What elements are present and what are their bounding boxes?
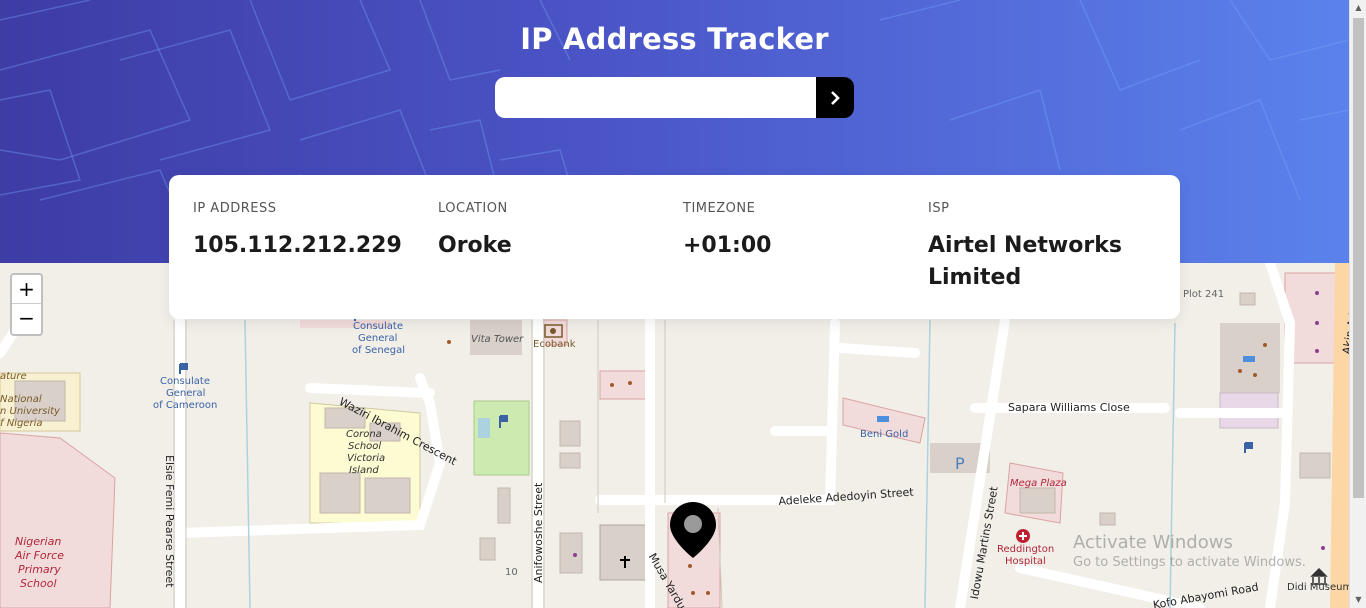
scroll-down-icon[interactable]: ▼	[1353, 594, 1364, 606]
map-label-consulate-cameroon-3: of Cameroon	[153, 400, 218, 411]
zoom-out-button[interactable]: −	[12, 304, 41, 333]
map-label-university-3: n University	[0, 406, 60, 417]
page-title: IP Address Tracker	[520, 22, 829, 56]
watermark-subtitle: Go to Settings to activate Windows.	[1073, 555, 1306, 570]
info-label: ISP	[928, 201, 950, 216]
windows-activation-watermark: Activate Windows Go to Settings to activ…	[1073, 532, 1306, 570]
map-label-university-2: National	[0, 394, 42, 405]
info-timezone: TIMEZONE +01:00	[683, 201, 913, 262]
map-label-naf-school-1: Nigerian	[15, 535, 62, 548]
map-label-plot: Plot 241	[1183, 289, 1225, 300]
map-label-didi-museum: Didi Museum	[1287, 582, 1349, 593]
map-label-corona-school-4: Island	[349, 465, 379, 476]
info-value: Airtel Networks Limited	[928, 233, 1122, 290]
info-label: TIMEZONE	[683, 201, 756, 216]
info-value: +01:00	[683, 233, 772, 258]
chevron-right-icon	[830, 90, 840, 105]
location-marker-icon[interactable]	[670, 502, 716, 562]
zoom-in-button[interactable]: +	[12, 275, 41, 304]
search-bar	[495, 77, 854, 118]
map-label-house-number: 10	[505, 567, 518, 578]
map-label-anifowoshe-street: Anifowoshe Street	[532, 482, 545, 583]
map-label-university-4: f Nigeria	[0, 418, 43, 429]
map-label-consulate-senegal: Consulate	[353, 321, 403, 332]
map-label-ecobank: Ecobank	[533, 339, 576, 350]
watermark-title: Activate Windows	[1073, 532, 1233, 553]
info-value: Oroke	[438, 233, 512, 258]
map-label-naf-school-3: Primary	[18, 563, 61, 576]
ip-info-card: IP ADDRESS 105.112.212.229 LOCATION Orok…	[169, 175, 1180, 319]
search-submit-button[interactable]	[816, 77, 854, 118]
info-label: LOCATION	[438, 201, 508, 216]
scrollbar-thumb[interactable]	[1353, 18, 1364, 498]
map-label-consulate-senegal-3: of Senegal	[352, 345, 406, 356]
map-zoom-control: + −	[10, 273, 43, 336]
map-label-corona-school: Corona	[346, 429, 382, 440]
map-label-elsie-street: Elsie Femi Pearse Street	[163, 455, 176, 588]
info-location: LOCATION Oroke	[438, 201, 668, 262]
map-label-reddington-hospital-2: Hospital	[1005, 556, 1046, 567]
map-label-beni-gold: Beni Gold	[860, 429, 909, 440]
info-value: 105.112.212.229	[193, 233, 402, 258]
info-ip-address: IP ADDRESS 105.112.212.229	[193, 201, 423, 262]
map-label-consulate-cameroon-2: General	[166, 388, 206, 399]
map-label-corona-school-2: School	[348, 441, 382, 452]
map-label-naf-school-4: School	[20, 577, 57, 590]
info-label: IP ADDRESS	[193, 201, 277, 216]
map-label-consulate-senegal-2: General	[358, 333, 398, 344]
ip-search-input[interactable]	[495, 77, 816, 118]
info-isp: ISP Airtel Networks Limited	[928, 201, 1158, 294]
map-label-university-1: ature	[0, 371, 27, 382]
map-label-reddington-hospital: Reddington	[997, 544, 1055, 555]
scroll-up-icon[interactable]: ▲	[1353, 2, 1364, 14]
map-label-sapara-close: Sapara Williams Close	[1008, 401, 1130, 414]
svg-text:P: P	[955, 454, 965, 473]
map-label-naf-school-2: Air Force	[15, 549, 64, 562]
page-scrollbar[interactable]: ▲ ▼	[1349, 0, 1366, 608]
map-label-corona-school-3: Victoria	[347, 453, 386, 464]
map-label-vita-tower: Vita Tower	[471, 334, 524, 345]
map-label-mega-plaza: Mega Plaza	[1010, 478, 1067, 489]
map-label-consulate-cameroon: Consulate	[160, 376, 210, 387]
